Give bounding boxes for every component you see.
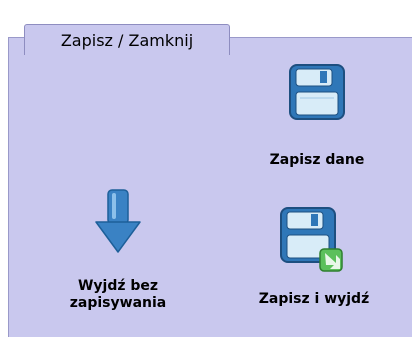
save-and-exit-button[interactable]: Zapisz i wyjdź	[224, 205, 404, 308]
save-data-label: Zapisz dane	[269, 152, 365, 168]
green-arrow-icon	[319, 248, 343, 272]
floppy-disk-arrow-icon	[280, 207, 343, 272]
arrow-down-icon	[95, 189, 141, 253]
exit-without-saving-label-line1: Wyjdź bez	[77, 278, 159, 294]
floppy-disk-icon	[289, 64, 345, 120]
group-title-label: Zapisz / Zamknij	[60, 30, 194, 50]
save-data-button[interactable]: Zapisz dane	[232, 62, 402, 169]
exit-without-saving-label-line2: zapisywania	[69, 295, 167, 311]
save-and-exit-label: Zapisz i wyjdź	[258, 291, 370, 307]
exit-without-saving-button[interactable]: Wyjdź bez zapisywania	[48, 188, 188, 312]
group-title: Zapisz / Zamknij	[24, 24, 230, 55]
